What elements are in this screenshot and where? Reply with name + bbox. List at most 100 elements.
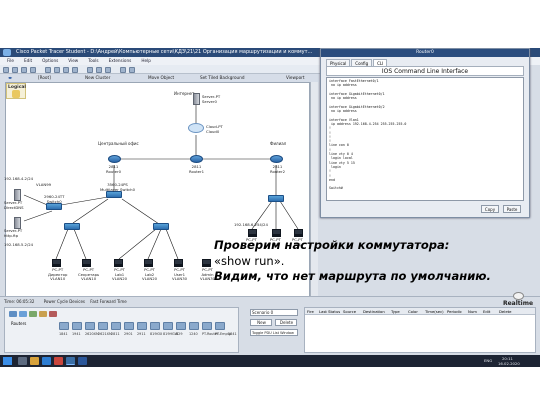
device-model-13-icon[interactable] <box>215 322 225 330</box>
cli-terminal[interactable]: interface FastEthernet0/1 no ip address … <box>326 77 524 201</box>
redo-icon[interactable] <box>72 66 78 73</box>
new-cluster-button[interactable]: New Cluster <box>85 74 110 82</box>
pdu-col-destination: Destination <box>363 309 385 314</box>
open-file-icon[interactable] <box>12 66 18 73</box>
copy-icon[interactable] <box>45 66 51 73</box>
scenario-panel: Scenario 0 New Delete Toggle PDU List Wi… <box>248 307 300 353</box>
packet-tracer-taskbar-icon[interactable] <box>66 357 75 365</box>
zone-central-office: Центральный офис <box>98 141 139 146</box>
multilayer-switch-icon[interactable] <box>106 191 122 198</box>
pdu-col-source: Source <box>343 309 357 314</box>
router-branch-label: 2811 Router2 <box>270 164 285 174</box>
net2-label: 192.168.5.2/24 <box>4 242 34 247</box>
device-model-12-icon[interactable] <box>202 322 212 330</box>
undo-icon[interactable] <box>63 66 69 73</box>
pc-branch-3-icon[interactable] <box>294 229 303 237</box>
scenario-select[interactable]: Scenario 0 <box>250 309 298 316</box>
pc-lab1-icon[interactable] <box>114 259 123 267</box>
powerpoint-icon[interactable] <box>54 357 63 365</box>
cli-window: Router0 Physical Config CLI IOS Command Li… <box>320 48 530 218</box>
device-model-8-icon[interactable] <box>150 322 160 330</box>
device-template-icon[interactable] <box>129 66 135 73</box>
start-button-icon[interactable] <box>3 357 12 365</box>
new-file-icon[interactable] <box>3 66 9 73</box>
switches-category-icon[interactable] <box>19 311 27 317</box>
switch0-icon[interactable] <box>46 203 62 210</box>
device-category-label: Routers <box>11 321 27 326</box>
bottom-panel: Time: 06:05:32 Power Cycle Devices Fast … <box>0 296 540 355</box>
delete-scenario-button[interactable]: Delete <box>275 319 297 326</box>
switch2-icon[interactable] <box>153 223 169 230</box>
cli-heading: IOS Command Line Interface <box>326 66 524 76</box>
fast-forward-button[interactable]: Fast Forward Time <box>90 299 126 304</box>
task-view-icon[interactable] <box>18 357 27 365</box>
device-model-3-icon[interactable] <box>85 322 95 330</box>
toggle-pdu-list-button[interactable]: Toggle PDU List Window <box>250 329 298 336</box>
device-model-6-icon[interactable] <box>124 322 134 330</box>
logical-switch[interactable]: ◂▸ <box>8 74 12 82</box>
menu-view[interactable]: View <box>68 58 78 63</box>
router-internet-icon[interactable] <box>190 155 203 163</box>
hubs-category-icon[interactable] <box>29 311 37 317</box>
device-model-4-icon[interactable] <box>98 322 108 330</box>
pc-branch-2-icon[interactable] <box>272 229 281 237</box>
menu-options[interactable]: Options <box>42 58 58 63</box>
caption-line-3: Видим, что нет маршрута по умолчанию. <box>214 269 491 283</box>
root-breadcrumb[interactable]: [Root] <box>38 74 51 82</box>
cli-copy-button[interactable]: Copy <box>481 205 499 213</box>
switch1-icon[interactable] <box>64 223 80 230</box>
router-central-label: 2811 Router0 <box>106 164 121 174</box>
menu-edit[interactable]: Edit <box>24 58 32 63</box>
cli-paste-button[interactable]: Paste <box>503 205 521 213</box>
palette-icon[interactable] <box>120 66 126 73</box>
routers-category-icon[interactable] <box>9 311 17 317</box>
pc-admin-label: PC-PT Admin VLAN30 <box>200 267 216 281</box>
menu-file[interactable]: File <box>7 58 14 63</box>
pdu-col-last-status: Last Status <box>319 309 341 314</box>
print-icon[interactable] <box>30 66 36 73</box>
device-model-5-icon[interactable] <box>111 322 121 330</box>
pc-secretary-icon[interactable] <box>82 259 91 267</box>
pc-lab2-icon[interactable] <box>144 259 153 267</box>
file-explorer-icon[interactable] <box>30 357 39 365</box>
word-icon[interactable] <box>78 357 87 365</box>
server-internet-icon[interactable] <box>193 93 200 105</box>
router-branch-icon[interactable] <box>270 155 283 163</box>
router-central-icon[interactable] <box>108 155 121 163</box>
menu-help[interactable]: Help <box>141 58 151 63</box>
pc-user1-label: PC-PT User1 VLAN30 <box>172 267 188 281</box>
power-cycle-button[interactable]: Power Cycle Devices <box>44 299 85 304</box>
browser-icon[interactable] <box>42 357 51 365</box>
device-model-9-icon[interactable] <box>163 322 173 330</box>
keyboard-language[interactable]: ENG <box>484 358 492 363</box>
device-model-6: 2901 <box>124 332 133 336</box>
zoom-out-icon[interactable] <box>105 66 111 73</box>
set-tiled-background-button[interactable]: Set Tiled Background <box>200 74 245 82</box>
realtime-mode-button[interactable]: Realtime <box>498 292 538 307</box>
pc-admin-icon[interactable] <box>202 259 211 267</box>
device-model-1-icon[interactable] <box>59 322 69 330</box>
cloud-icon[interactable] <box>188 123 204 133</box>
move-object-button[interactable]: Move Object <box>148 74 174 82</box>
device-model-10-icon[interactable] <box>176 322 186 330</box>
zoom-reset-icon[interactable] <box>96 66 102 73</box>
viewport-button[interactable]: Viewport <box>286 74 305 82</box>
device-model-14: 1841 <box>228 332 237 336</box>
device-model-11-icon[interactable] <box>189 322 199 330</box>
new-scenario-button[interactable]: New <box>250 319 272 326</box>
taskbar-date[interactable]: 16.02.2020 <box>498 361 520 366</box>
save-file-icon[interactable] <box>21 66 27 73</box>
pc-user1-icon[interactable] <box>174 259 183 267</box>
device-model-7: 2911 <box>137 332 146 336</box>
device-model-7-icon[interactable] <box>137 322 147 330</box>
wireless-category-icon[interactable] <box>39 311 47 317</box>
device-model-2-icon[interactable] <box>72 322 82 330</box>
realtime-clock-icon <box>512 292 524 300</box>
menu-tools[interactable]: Tools <box>88 58 98 63</box>
paste-icon[interactable] <box>54 66 60 73</box>
menu-extensions[interactable]: Extensions <box>109 58 132 63</box>
branch-switch-icon[interactable] <box>268 195 284 202</box>
pc-branch-1-icon[interactable] <box>248 229 257 237</box>
zoom-in-icon[interactable] <box>87 66 93 73</box>
pc-director-icon[interactable] <box>52 259 61 267</box>
